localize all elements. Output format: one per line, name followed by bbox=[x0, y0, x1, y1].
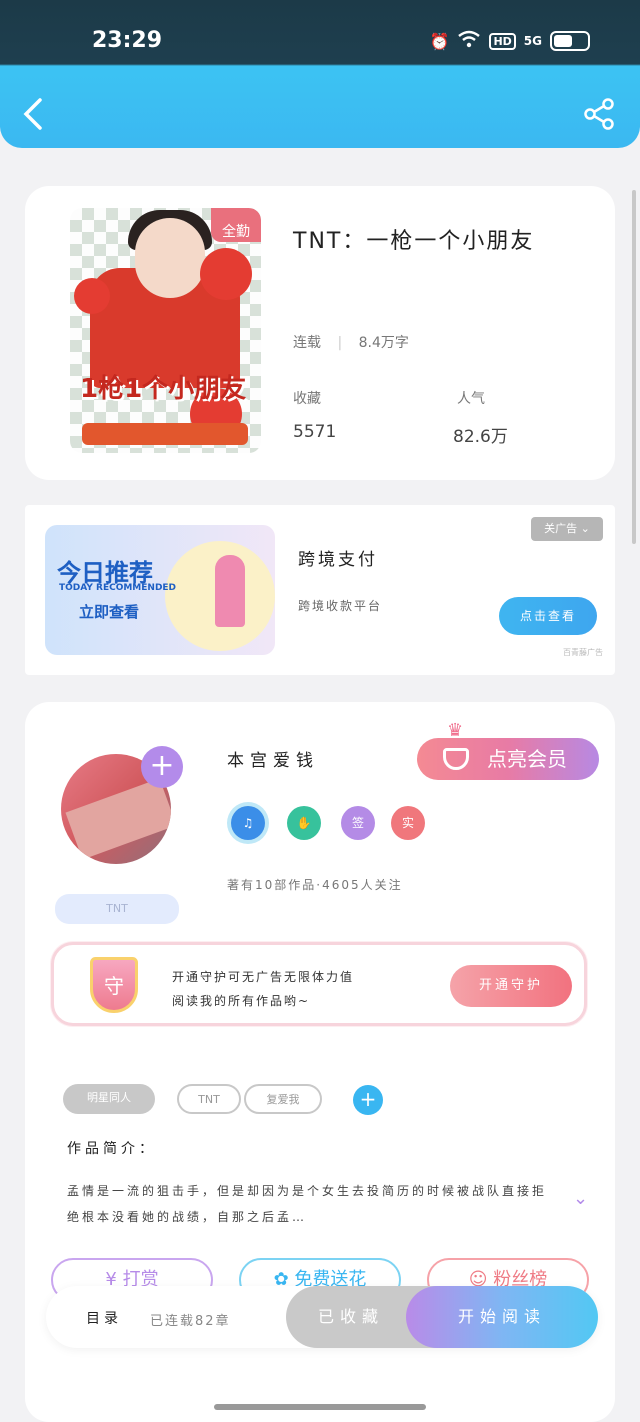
popularity-label: 人气 bbox=[457, 391, 485, 407]
shield-icon: 守 bbox=[90, 957, 138, 1013]
alarm-icon: ⏰ bbox=[429, 31, 450, 51]
app-header: 23:29 ⏰ HD 5G bbox=[0, 0, 640, 148]
status-icons: ⏰ HD 5G bbox=[430, 30, 590, 52]
open-guard-button[interactable]: 开通守护 bbox=[450, 965, 572, 1007]
status-bar: 23:29 ⏰ HD 5G bbox=[0, 0, 640, 64]
chevron-down-icon: ⌄ bbox=[580, 522, 590, 535]
handshake-badge-icon[interactable]: ✋ bbox=[287, 806, 321, 840]
status-label: 连载 bbox=[293, 335, 321, 351]
vip-button-label: 点亮会员 bbox=[487, 747, 567, 771]
battery-icon bbox=[550, 31, 590, 51]
signal-icon: 5G bbox=[523, 34, 542, 48]
ad-image[interactable]: 今日推荐 TODAY RECOMMENDED 立即查看 bbox=[45, 525, 275, 655]
bottom-action-bar: 目录 已连载82章 已收藏 开始阅读 bbox=[46, 1286, 598, 1348]
serial-chapters: 已连载82章 bbox=[150, 1314, 231, 1329]
hd-icon: HD bbox=[489, 32, 516, 50]
home-indicator[interactable] bbox=[214, 1404, 426, 1410]
ad-image-cta: 立即查看 bbox=[79, 603, 140, 621]
tag-chip[interactable]: 复爱我 bbox=[244, 1084, 322, 1114]
follow-plus-button[interactable]: + bbox=[141, 746, 183, 788]
guard-banner: 守 开通守护可无广告无限体力值 阅读我的所有作品哟~ 开通守护 bbox=[51, 942, 587, 1026]
close-ad-label: 关广告 bbox=[544, 522, 578, 535]
author-stats: 著有10部作品·4605人关注 bbox=[227, 878, 403, 892]
guard-description: 开通守护可无广告无限体力值 阅读我的所有作品哟~ bbox=[172, 965, 354, 1013]
toc-button[interactable]: 目录 bbox=[86, 1308, 122, 1328]
cover-title: 1枪1个小朋友 bbox=[80, 374, 247, 404]
author-name[interactable]: 本宫爱钱 bbox=[227, 746, 319, 771]
ad-source: 百青藤广告 bbox=[563, 648, 603, 657]
back-button[interactable] bbox=[20, 96, 48, 136]
ad-card[interactable]: 今日推荐 TODAY RECOMMENDED 立即查看 跨境支付 跨境收款平台 … bbox=[25, 505, 615, 675]
book-info-card: 1枪1个小朋友 全勤 TNT：一枪一个小朋友 连载 | 8.4万字 收藏 557… bbox=[25, 186, 615, 480]
book-cover[interactable]: 1枪1个小朋友 全勤 bbox=[70, 208, 261, 453]
collect-label: 收藏 bbox=[293, 391, 321, 407]
start-reading-button[interactable]: 开始阅读 bbox=[406, 1286, 598, 1348]
popularity-value: 82.6万 bbox=[453, 427, 508, 447]
ad-view-button[interactable]: 点击查看 bbox=[499, 597, 597, 635]
tag-chip[interactable]: 明星同人 bbox=[63, 1084, 155, 1114]
share-button[interactable] bbox=[582, 96, 618, 132]
verified-badge[interactable]: 实 bbox=[391, 806, 425, 840]
ad-image-subtitle: TODAY RECOMMENDED bbox=[59, 583, 177, 593]
chevron-left-icon bbox=[23, 98, 42, 130]
word-count: 8.4万字 bbox=[358, 335, 409, 351]
guard-line1: 开通守护可无广告无限体力值 bbox=[172, 970, 355, 984]
intro-text: 孟情是一流的狙击手，但是却因为是个女生去投简历的时候被战队直接拒绝根本没看她的战… bbox=[67, 1184, 548, 1224]
guard-line2: 阅读我的所有作品哟~ bbox=[172, 994, 311, 1008]
full-attendance-badge: 全勤 bbox=[211, 208, 261, 242]
ad-subtitle: 跨境收款平台 bbox=[298, 599, 383, 613]
divider: | bbox=[337, 335, 343, 351]
add-tag-button[interactable]: + bbox=[353, 1085, 383, 1115]
music-badge-icon[interactable]: ♫ bbox=[231, 806, 265, 840]
sign-badge[interactable]: 签 bbox=[341, 806, 375, 840]
diamond-icon bbox=[443, 748, 469, 770]
scrollbar[interactable] bbox=[632, 190, 636, 544]
vip-button[interactable]: 点亮会员 bbox=[417, 738, 599, 780]
intro-label: 作品简介： bbox=[67, 1141, 157, 1157]
serial-status: 连载 | 8.4万字 bbox=[293, 332, 409, 352]
chevron-down-icon[interactable]: ⌄ bbox=[573, 1188, 588, 1209]
status-time: 23:29 bbox=[92, 28, 163, 53]
close-ad-button[interactable]: 关广告 ⌄ bbox=[531, 517, 603, 541]
fan-group-label[interactable]: TNT bbox=[55, 894, 179, 924]
ad-title: 跨境支付 bbox=[298, 550, 378, 570]
share-icon bbox=[584, 98, 614, 130]
collect-value: 5571 bbox=[293, 422, 337, 442]
tag-chip[interactable]: TNT bbox=[177, 1084, 241, 1114]
wifi-icon bbox=[457, 30, 481, 52]
book-title: TNT：一枪一个小朋友 bbox=[293, 229, 535, 254]
